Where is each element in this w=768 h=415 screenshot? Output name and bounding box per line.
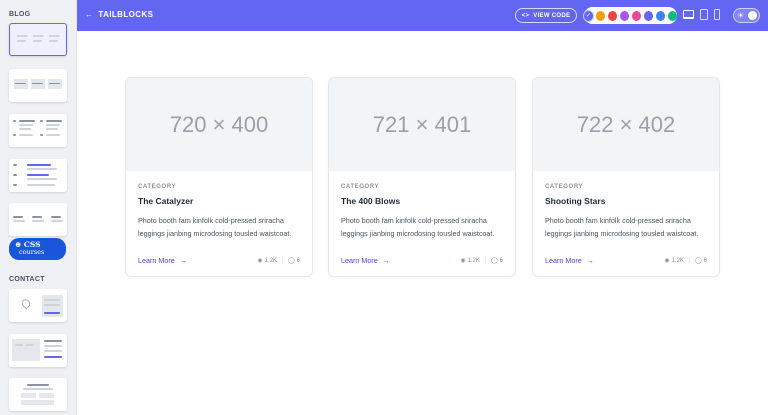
code-icon: <> — [521, 12, 530, 19]
contact-thumbnail-3[interactable] — [9, 378, 67, 411]
card-category: CATEGORY — [341, 184, 380, 190]
color-swatch-red[interactable] — [608, 10, 617, 21]
app: BLOG ⊕ CSS courses CONTACT ← TAILBLOCKS … — [0, 0, 768, 415]
section-label-contact: CONTACT — [9, 276, 45, 283]
color-swatch-green[interactable] — [668, 10, 677, 21]
comment-icon: ◯ — [490, 258, 498, 264]
card-title: The Catalyzer — [138, 196, 194, 206]
card-category: CATEGORY — [545, 184, 584, 190]
view-count: 1.2K — [467, 257, 480, 264]
blog-card: 722 × 402 CATEGORY Shooting Stars Photo … — [532, 77, 720, 277]
toggle-knob — [748, 11, 757, 20]
color-swatch-amber[interactable] — [596, 10, 605, 21]
card-image-placeholder: 721 × 401 — [329, 78, 515, 171]
color-swatch-pink[interactable] — [632, 10, 641, 21]
blog-thumbnail-2[interactable] — [9, 69, 67, 102]
eye-icon: ◉ — [257, 258, 263, 264]
top-bar: ← TAILBLOCKS <> VIEW CODE ✓ ☀ — [77, 0, 768, 31]
css-courses-badge[interactable]: ⊕ CSS courses — [9, 238, 66, 260]
theme-color-picker: ✓ — [584, 7, 677, 24]
eye-icon: ◉ — [664, 258, 670, 264]
color-swatch-indigo-selected[interactable]: ✓ — [584, 10, 593, 21]
back-to-tailblocks-link[interactable]: ← TAILBLOCKS — [85, 10, 153, 19]
card-title: Shooting Stars — [545, 196, 606, 206]
badge-line-2: courses — [19, 248, 45, 256]
phone-icon[interactable] — [714, 9, 720, 20]
view-count: 1.2K — [264, 257, 277, 264]
learn-more-link[interactable]: Learn More → — [341, 256, 390, 265]
blog-thumbnail-3[interactable] — [9, 114, 67, 147]
section-label-blog: BLOG — [9, 11, 31, 18]
blog-thumbnail-5[interactable] — [9, 203, 67, 236]
color-swatch-violet[interactable] — [644, 10, 653, 21]
learn-more-label: Learn More — [545, 256, 582, 265]
blog-thumbnail-1[interactable] — [9, 23, 67, 56]
tablet-icon[interactable] — [700, 9, 708, 20]
comment-count: 6 — [296, 257, 300, 264]
arrow-right-icon: → — [586, 256, 594, 265]
dark-mode-toggle[interactable]: ☀ — [733, 8, 760, 23]
arrow-right-icon: → — [382, 256, 390, 265]
card-image-placeholder: 720 × 400 — [126, 78, 312, 171]
comment-icon: ◯ — [287, 258, 295, 264]
blog-card: 720 × 400 CATEGORY The Catalyzer Photo b… — [125, 77, 313, 277]
view-code-label: VIEW CODE — [533, 12, 571, 19]
comment-icon: ◯ — [694, 258, 702, 264]
blog-thumbnail-4[interactable] — [9, 159, 67, 192]
sun-icon: ☀ — [737, 11, 745, 20]
comment-count: 6 — [703, 257, 707, 264]
card-description: Photo booth fam kinfolk cold-pressed sri… — [138, 216, 292, 238]
learn-more-label: Learn More — [138, 256, 175, 265]
arrow-right-icon: → — [179, 256, 187, 265]
arrow-left-icon: ← — [85, 10, 94, 19]
map-pin-icon — [19, 297, 33, 310]
eye-icon: ◉ — [460, 258, 466, 264]
contact-thumbnail-1[interactable] — [9, 289, 67, 322]
check-icon: ✓ — [585, 13, 592, 19]
color-swatch-blue[interactable] — [656, 10, 665, 21]
contact-thumbnail-2[interactable] — [9, 334, 67, 367]
card-description: Photo booth fam kinfolk cold-pressed sri… — [545, 216, 699, 238]
brand-label: TAILBLOCKS — [98, 10, 154, 19]
color-swatch-purple[interactable] — [620, 10, 629, 21]
learn-more-link[interactable]: Learn More → — [138, 256, 187, 265]
card-category: CATEGORY — [138, 184, 177, 190]
desktop-icon[interactable] — [683, 10, 694, 19]
card-image-placeholder: 722 × 402 — [533, 78, 719, 171]
learn-more-link[interactable]: Learn More → — [545, 256, 594, 265]
device-preview-switcher — [683, 9, 720, 20]
card-description: Photo booth fam kinfolk cold-pressed sri… — [341, 216, 495, 238]
blog-card: 721 × 401 CATEGORY The 400 Blows Photo b… — [328, 77, 516, 277]
card-title: The 400 Blows — [341, 196, 401, 206]
learn-more-label: Learn More — [341, 256, 378, 265]
comment-count: 6 — [499, 257, 503, 264]
view-code-button[interactable]: <> VIEW CODE — [515, 8, 577, 23]
view-count: 1.2K — [671, 257, 684, 264]
sidebar: BLOG ⊕ CSS courses CONTACT — [0, 0, 77, 415]
